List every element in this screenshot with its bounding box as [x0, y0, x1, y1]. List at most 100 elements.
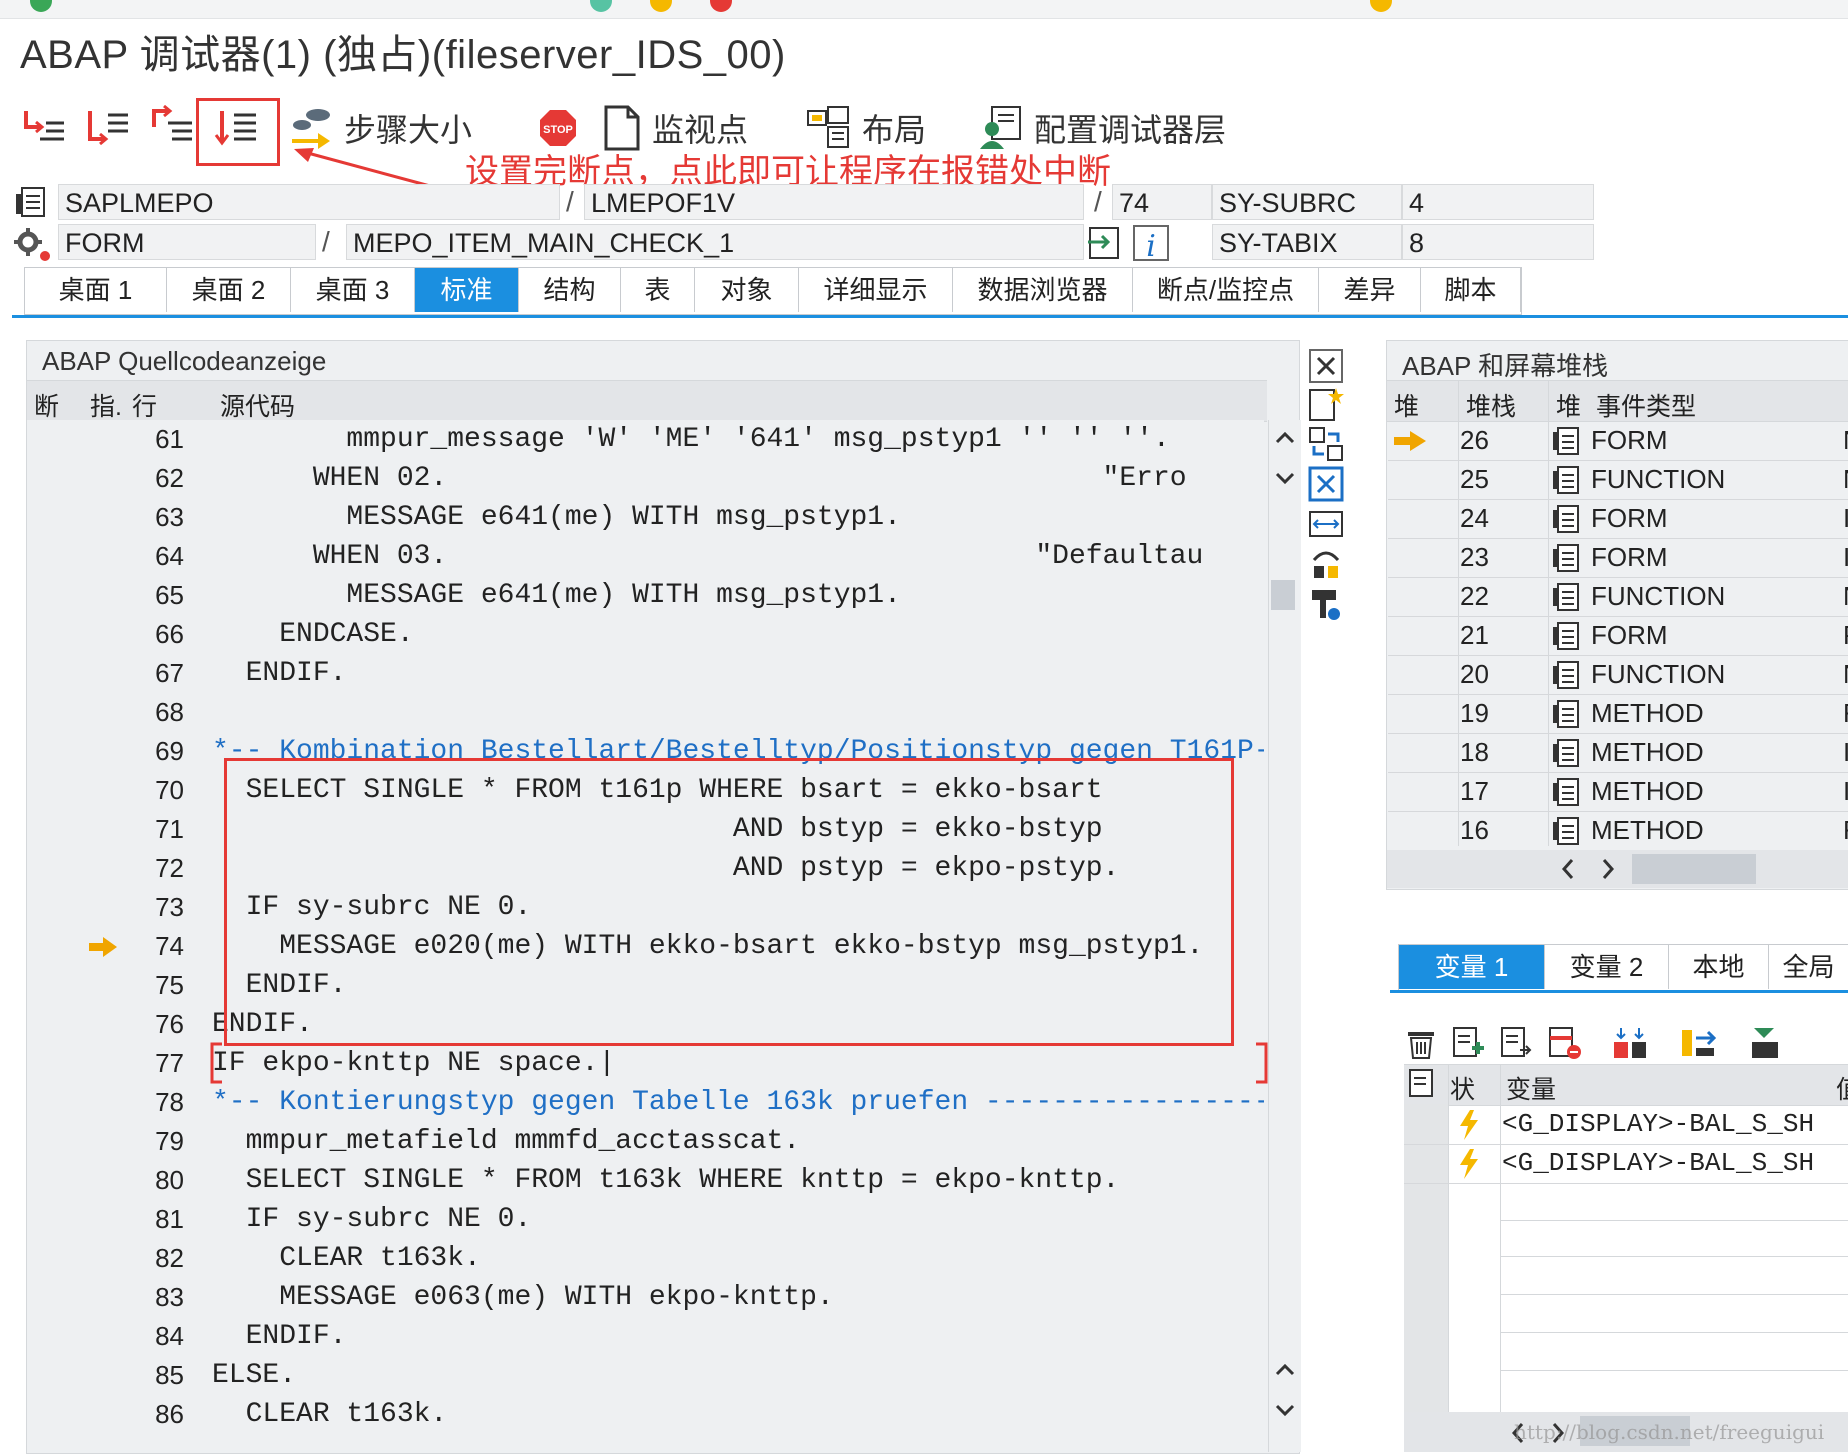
- filter-icon[interactable]: [1744, 1026, 1784, 1060]
- stack-row[interactable]: 22 FUNCTION N: [1388, 577, 1848, 617]
- line-number: 64: [155, 541, 184, 571]
- variables-tab-underline: [1390, 990, 1848, 993]
- code-line[interactable]: 68: [27, 693, 1264, 732]
- line-number: 74: [155, 931, 184, 961]
- tab-structure[interactable]: 结构: [519, 268, 621, 312]
- resize-icon[interactable]: [1308, 506, 1344, 542]
- scroll-thumb[interactable]: [1271, 580, 1295, 610]
- stack-row[interactable]: 16 METHOD F: [1388, 811, 1848, 851]
- swap-tool-icon[interactable]: [1308, 426, 1344, 462]
- stack-level: 22: [1460, 581, 1489, 611]
- code-line[interactable]: 62 WHEN 02. "Erro: [27, 459, 1264, 498]
- tab-detail[interactable]: 详细显示: [799, 268, 953, 312]
- stack-event-name: N: [1843, 655, 1848, 694]
- source-scrollbar[interactable]: [1268, 420, 1301, 1452]
- code-line[interactable]: 61 mmpur_message 'W' 'ME' '641' msg_psty…: [27, 420, 1264, 459]
- return-button[interactable]: [148, 100, 194, 156]
- close-panel-icon[interactable]: [1308, 348, 1344, 384]
- code-line[interactable]: 85 ELSE.: [27, 1356, 1264, 1395]
- event-type-field[interactable]: FORM: [58, 224, 316, 260]
- stack-hscroll-thumb[interactable]: [1632, 854, 1756, 884]
- program-source-icon: [1553, 466, 1579, 494]
- program-field[interactable]: SAPLMEPO: [58, 184, 560, 220]
- goto-statement-icon[interactable]: [1086, 226, 1124, 260]
- code-line[interactable]: 67 ENDIF.: [27, 654, 1264, 693]
- services-icon[interactable]: [1308, 546, 1344, 582]
- code-line[interactable]: 82 CLEAR t163k.: [27, 1239, 1264, 1278]
- scroll-left-right-icon[interactable]: [1560, 856, 1620, 882]
- stack-row[interactable]: 17 METHOD I: [1388, 772, 1848, 812]
- maximize-icon[interactable]: [1308, 466, 1344, 502]
- line-number-field[interactable]: 74: [1112, 184, 1212, 220]
- stack-event-name: N: [1843, 460, 1848, 499]
- var-grid-line: [1500, 1370, 1848, 1371]
- subrc-label: SY-SUBRC: [1212, 184, 1402, 220]
- stack-event-type: FORM: [1591, 542, 1668, 572]
- tab-standard[interactable]: 标准: [415, 268, 519, 312]
- delete-row-icon[interactable]: [1548, 1026, 1582, 1060]
- insert-row-icon[interactable]: [1452, 1026, 1486, 1060]
- code-line[interactable]: 78 *-- Kontierungstyp gegen Tabelle 163k …: [27, 1083, 1264, 1122]
- info-icon[interactable]: i: [1132, 224, 1170, 262]
- code-line[interactable]: 65 MESSAGE e641(me) WITH msg_pstyp1.: [27, 576, 1264, 615]
- code-text: CLEAR t163k.: [212, 1399, 448, 1430]
- code-line[interactable]: 84 ENDIF.: [27, 1317, 1264, 1356]
- stack-row[interactable]: 20 FUNCTION N: [1388, 655, 1848, 695]
- svg-text:STOP: STOP: [543, 124, 573, 136]
- variable-row[interactable]: <G_DISPLAY>-BAL_S_SH: [1404, 1105, 1848, 1145]
- green-circle-icon: [30, 0, 52, 12]
- stack-row[interactable]: 26 FORM N: [1388, 421, 1848, 461]
- tab-objects[interactable]: 对象: [695, 268, 799, 312]
- stack-event-type: FORM: [1591, 620, 1668, 650]
- tab-variables-2[interactable]: 变量 2: [1545, 945, 1669, 989]
- include-field[interactable]: LMEPOF1V: [584, 184, 1084, 220]
- event-name-field[interactable]: MEPO_ITEM_MAIN_CHECK_1: [346, 224, 1084, 260]
- stack-row[interactable]: 25 FUNCTION N: [1388, 460, 1848, 500]
- tab-desktop-2[interactable]: 桌面 2: [167, 268, 291, 312]
- tab-table[interactable]: 表: [621, 268, 695, 312]
- new-tool-icon[interactable]: [1308, 386, 1344, 422]
- step-over-button[interactable]: [84, 100, 130, 156]
- code-line[interactable]: 83 MESSAGE e063(me) WITH ekpo-knttp.: [27, 1278, 1264, 1317]
- stack-row[interactable]: 18 METHOD I: [1388, 733, 1848, 773]
- tab-script[interactable]: 脚本: [1421, 268, 1521, 312]
- code-line[interactable]: 79 mmpur_metafield mmmfd_acctasscat.: [27, 1122, 1264, 1161]
- program-icon: [16, 187, 45, 217]
- stack-row[interactable]: 24 FORM I: [1388, 499, 1848, 539]
- step-into-button[interactable]: [20, 100, 66, 156]
- scroll-up-down-icon[interactable]: [1274, 430, 1296, 490]
- code-line[interactable]: 86 CLEAR t163k.: [27, 1395, 1264, 1432]
- tab-breakpoints[interactable]: 断点/监控点: [1133, 268, 1319, 312]
- separator-slash: /: [566, 186, 574, 217]
- program-source-icon: [1553, 739, 1579, 767]
- tab-variables-1[interactable]: 变量 1: [1399, 945, 1545, 989]
- trash-icon[interactable]: [1406, 1028, 1436, 1060]
- code-line[interactable]: 81 IF sy-subrc NE 0.: [27, 1200, 1264, 1239]
- line-number: 71: [155, 814, 184, 844]
- code-line[interactable]: 63 MESSAGE e641(me) WITH msg_pstyp1.: [27, 498, 1264, 537]
- stack-row[interactable]: 23 FORM I: [1388, 538, 1848, 578]
- tab-desktop-1[interactable]: 桌面 1: [25, 268, 167, 312]
- hammer-icon[interactable]: [1308, 586, 1344, 622]
- scroll-up-down-icon-2[interactable]: [1274, 1362, 1296, 1422]
- tab-data-browser[interactable]: 数据浏览器: [953, 268, 1133, 312]
- code-line[interactable]: 64 WHEN 03. "Defaultau: [27, 537, 1264, 576]
- tab-diff[interactable]: 差异: [1319, 268, 1421, 312]
- tab-global[interactable]: 全局: [1769, 945, 1848, 989]
- col-pointer: 指.: [90, 393, 122, 421]
- subrc-value: 4: [1402, 184, 1594, 220]
- variable-row[interactable]: <G_DISPLAY>-BAL_S_SH: [1404, 1144, 1848, 1184]
- tab-local[interactable]: 本地: [1669, 945, 1769, 989]
- tab-desktop-3[interactable]: 桌面 3: [291, 268, 415, 312]
- append-row-icon[interactable]: [1500, 1026, 1534, 1060]
- tabix-label: SY-TABIX: [1212, 224, 1402, 260]
- code-line[interactable]: 80 SELECT SINGLE * FROM t163k WHERE kntt…: [27, 1161, 1264, 1200]
- stack-row[interactable]: 21 FORM P: [1388, 616, 1848, 656]
- select-all-icon[interactable]: [1408, 1068, 1438, 1098]
- code-line[interactable]: 66 ENDCASE.: [27, 615, 1264, 654]
- stack-row[interactable]: 19 METHOD F: [1388, 694, 1848, 734]
- stack-level: 17: [1460, 776, 1489, 806]
- transfer-icon[interactable]: [1680, 1026, 1720, 1060]
- compare-icon[interactable]: [1612, 1026, 1652, 1060]
- tab-underline: [12, 315, 1848, 318]
